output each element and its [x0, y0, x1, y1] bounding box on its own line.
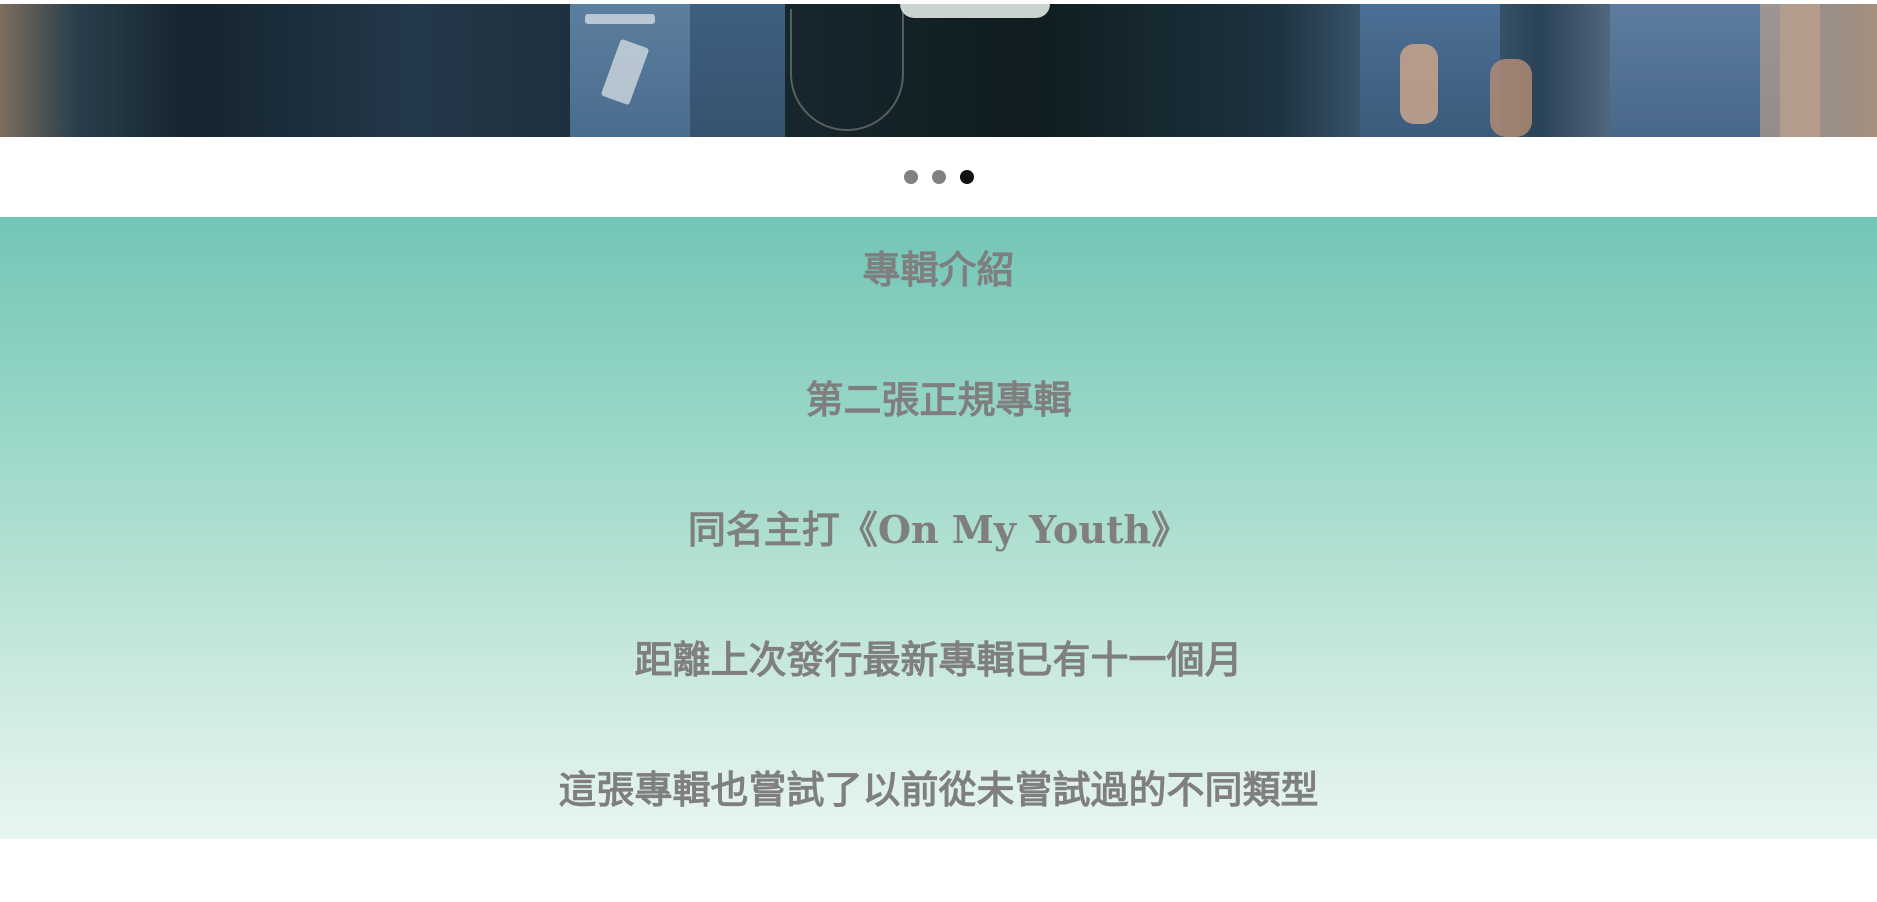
- ripped-denim-detail: [585, 14, 655, 24]
- knee-skin: [1490, 59, 1532, 137]
- leg-skin-edge: [1760, 4, 1820, 137]
- album-intro-section: 專輯介紹 第二張正規專輯 同名主打《On My Youth》 距離上次發行最新專…: [0, 217, 1877, 839]
- intro-line-title-track: 同名主打《On My Youth》: [0, 507, 1877, 553]
- carousel-slide-image: [0, 4, 1877, 137]
- carousel-dot-3-active[interactable]: [959, 170, 974, 184]
- intro-line-release-gap: 距離上次發行最新專輯已有十一個月: [634, 638, 1243, 682]
- denim-shorts-right: [1610, 4, 1780, 137]
- section-heading: 專輯介紹: [862, 248, 1015, 292]
- carousel-dot-1[interactable]: [903, 170, 918, 184]
- intro-line-album-type: 第二張正規專輯: [805, 378, 1072, 422]
- chain-accessory: [790, 9, 904, 131]
- title-track-prefix: 同名主打《: [687, 508, 878, 552]
- intro-line-new-genres: 這張專輯也嘗試了以前從未嘗試過的不同類型: [558, 768, 1319, 812]
- knee-skin: [1400, 44, 1438, 124]
- carousel-indicators: [0, 137, 1877, 217]
- shirt-hem: [900, 4, 1050, 18]
- title-track-name: On My Youth: [877, 507, 1152, 552]
- title-track-suffix: 》: [1151, 508, 1190, 552]
- denim-jeans-left-shadow: [690, 4, 785, 137]
- carousel-dot-2[interactable]: [931, 170, 946, 184]
- page-bottom-space: [0, 839, 1877, 902]
